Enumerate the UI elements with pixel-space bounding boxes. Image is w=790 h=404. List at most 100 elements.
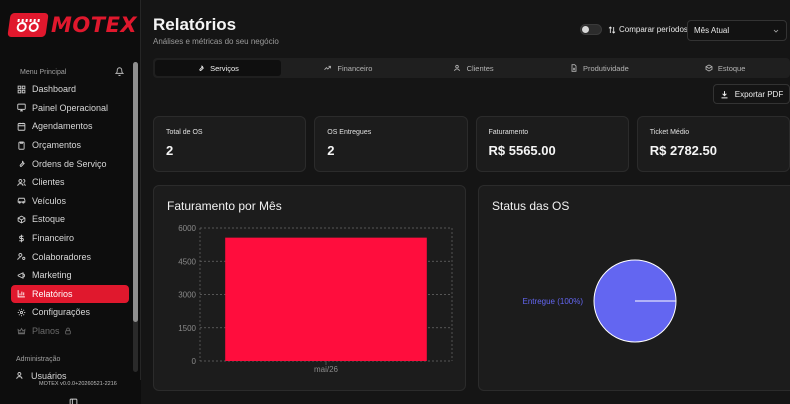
sidebar-toggle-icon[interactable] [69, 394, 79, 404]
sidebar-item-label: Dashboard [32, 84, 77, 95]
sidebar-item-financeiro[interactable]: Financeiro [11, 229, 129, 248]
sidebar-item-label: Orçamentos [32, 140, 82, 151]
sidebar-item-veiculos[interactable]: Veículos [11, 192, 129, 211]
y-tick-label: 1500 [178, 324, 196, 333]
bell-icon[interactable] [114, 67, 125, 78]
status-chart-panel: Status das OS Entregue (100%) [478, 185, 790, 391]
clipboard-icon [16, 140, 26, 150]
version-label: MOTEX v0.0.0+20260521-2216 [39, 381, 117, 387]
sidebar-item-colaboradores[interactable]: Colaboradores [11, 247, 129, 266]
sidebar-item-configuracoes[interactable]: Configurações [11, 303, 129, 322]
compare-label: Comparar períodos [619, 25, 688, 34]
sidebar-item-label: Painel Operacional [32, 102, 109, 113]
tab-label: Financeiro [337, 63, 373, 73]
tab-financeiro[interactable]: Financeiro [285, 60, 411, 76]
sidebar-item-estoque[interactable]: Estoque [11, 210, 129, 229]
kpi-cards: Total de OS 2 OS Entregues 2 Faturamento… [153, 116, 790, 172]
dollar-icon [16, 233, 26, 243]
sidebar-item-clientes[interactable]: Clientes [11, 173, 129, 192]
page-subtitle: Análises e métricas do seu negócio [153, 37, 279, 46]
sidebar-item-label: Ordens de Serviço [32, 158, 107, 169]
export-pdf-label: Exportar PDF [734, 89, 784, 99]
kpi-value: 2 [327, 143, 335, 158]
kpi-card-os-entregues: OS Entregues 2 [314, 116, 468, 172]
download-icon [720, 90, 729, 99]
sidebar-item-ordens-de-servico[interactable]: Ordens de Serviço [11, 154, 129, 173]
y-tick-label: 0 [192, 357, 197, 366]
y-tick-label: 4500 [178, 257, 196, 266]
sidebar-item-dashboard[interactable]: Dashboard [11, 80, 129, 99]
kpi-value: R$ 2782.50 [649, 143, 717, 158]
sidebar-item-label: Planos [32, 326, 60, 337]
sidebar-item-agendamentos[interactable]: Agendamentos [11, 117, 129, 136]
sidebar-item-orcamentos[interactable]: Orçamentos [11, 136, 129, 155]
sidebar-item-label: Marketing [32, 270, 72, 281]
sidebar-item-label: Financeiro [32, 233, 75, 244]
sidebar-scrollbar[interactable] [133, 62, 138, 372]
sidebar-item-planos: Planos [11, 322, 129, 341]
megaphone-icon [16, 270, 26, 280]
layout-grid-icon [16, 84, 26, 94]
kpi-value: 2 [166, 143, 174, 158]
kpi-label: OS Entregues [327, 129, 372, 136]
y-tick-label: 6000 [178, 224, 196, 233]
revenue-chart-panel: Faturamento por Mês 0 1500 3000 4500 6000 mai… [153, 185, 466, 391]
users-icon [16, 371, 25, 379]
compare-switch[interactable] [580, 24, 602, 35]
arrows-up-down-icon [608, 25, 616, 34]
menu-header-label: Menu Principal [20, 69, 67, 76]
kpi-label: Ticket Médio [649, 129, 690, 136]
admin-header: Administração [16, 356, 61, 363]
kpi-card-ticket-medio: Ticket Médio R$ 2782.50 [636, 116, 790, 172]
report-tabs: Serviços Financeiro Clientes Produtivida… [153, 58, 790, 78]
monitor-icon [16, 103, 26, 113]
sidebar-item-label: Colaboradores [32, 251, 92, 262]
compare-periods-toggle[interactable]: Comparar períodos [580, 24, 688, 35]
bar[interactable] [225, 237, 427, 361]
sidebar: MOTEX Menu Principal Dashboard Painel Op… [0, 0, 141, 404]
sidebar-item-label: Configurações [32, 307, 91, 318]
lock-icon [64, 327, 72, 335]
x-tick-label: mai/26 [314, 365, 339, 374]
calendar-icon [16, 121, 26, 131]
logo[interactable]: MOTEX [7, 11, 138, 39]
brand-name: MOTEX [51, 13, 138, 37]
sidebar-item-label: Relatórios [32, 288, 73, 299]
sidebar-item-label: Agendamentos [32, 121, 93, 132]
kpi-card-faturamento: Faturamento R$ 5565.00 [475, 116, 629, 172]
logo-mark [7, 13, 49, 37]
y-tick-label: 3000 [178, 291, 196, 300]
wrench-icon [16, 159, 26, 169]
period-select-value: Mês Atual [694, 26, 730, 35]
tab-servicos[interactable]: Serviços [155, 60, 281, 76]
crown-icon [16, 326, 26, 336]
sidebar-item-painel-operacional[interactable]: Painel Operacional [11, 99, 129, 118]
sidebar-item-relatorios[interactable]: Relatórios [11, 284, 129, 304]
kpi-value: R$ 5565.00 [488, 143, 556, 158]
kpi-label: Total de OS [166, 129, 203, 136]
tab-estoque[interactable]: Estoque [662, 60, 788, 76]
period-select[interactable]: Mês Atual [687, 20, 787, 41]
sidebar-item-marketing[interactable]: Marketing [11, 266, 129, 285]
sidebar-item-usuarios[interactable]: Usuários [16, 371, 67, 379]
sidebar-item-label: Veículos [32, 195, 67, 206]
tab-clientes[interactable]: Clientes [411, 60, 537, 76]
tab-label: Clientes [466, 63, 494, 73]
revenue-bar-chart: 0 1500 3000 4500 6000 mai/26 [178, 224, 453, 374]
main-content: Relatórios Análises e métricas do seu ne… [141, 0, 790, 404]
export-pdf-button[interactable]: Exportar PDF [713, 84, 790, 104]
file-text-icon [570, 64, 578, 72]
sidebar-item-label: Clientes [32, 177, 65, 188]
tab-label: Serviços [210, 63, 239, 73]
sidebar-item-label: Estoque [32, 214, 66, 225]
sidebar-scrollbar-thumb[interactable] [133, 62, 138, 322]
tab-produtividade[interactable]: Produtividade [537, 60, 663, 76]
package-icon [16, 214, 26, 224]
kpi-label: Faturamento [488, 129, 529, 136]
package-icon [705, 64, 713, 72]
status-pie-chart: Entregue (100%) [523, 259, 677, 343]
users-icon [453, 64, 462, 72]
user-cog-icon [16, 252, 26, 262]
bar-chart-icon [16, 289, 26, 299]
tab-label: Produtividade [582, 63, 629, 73]
